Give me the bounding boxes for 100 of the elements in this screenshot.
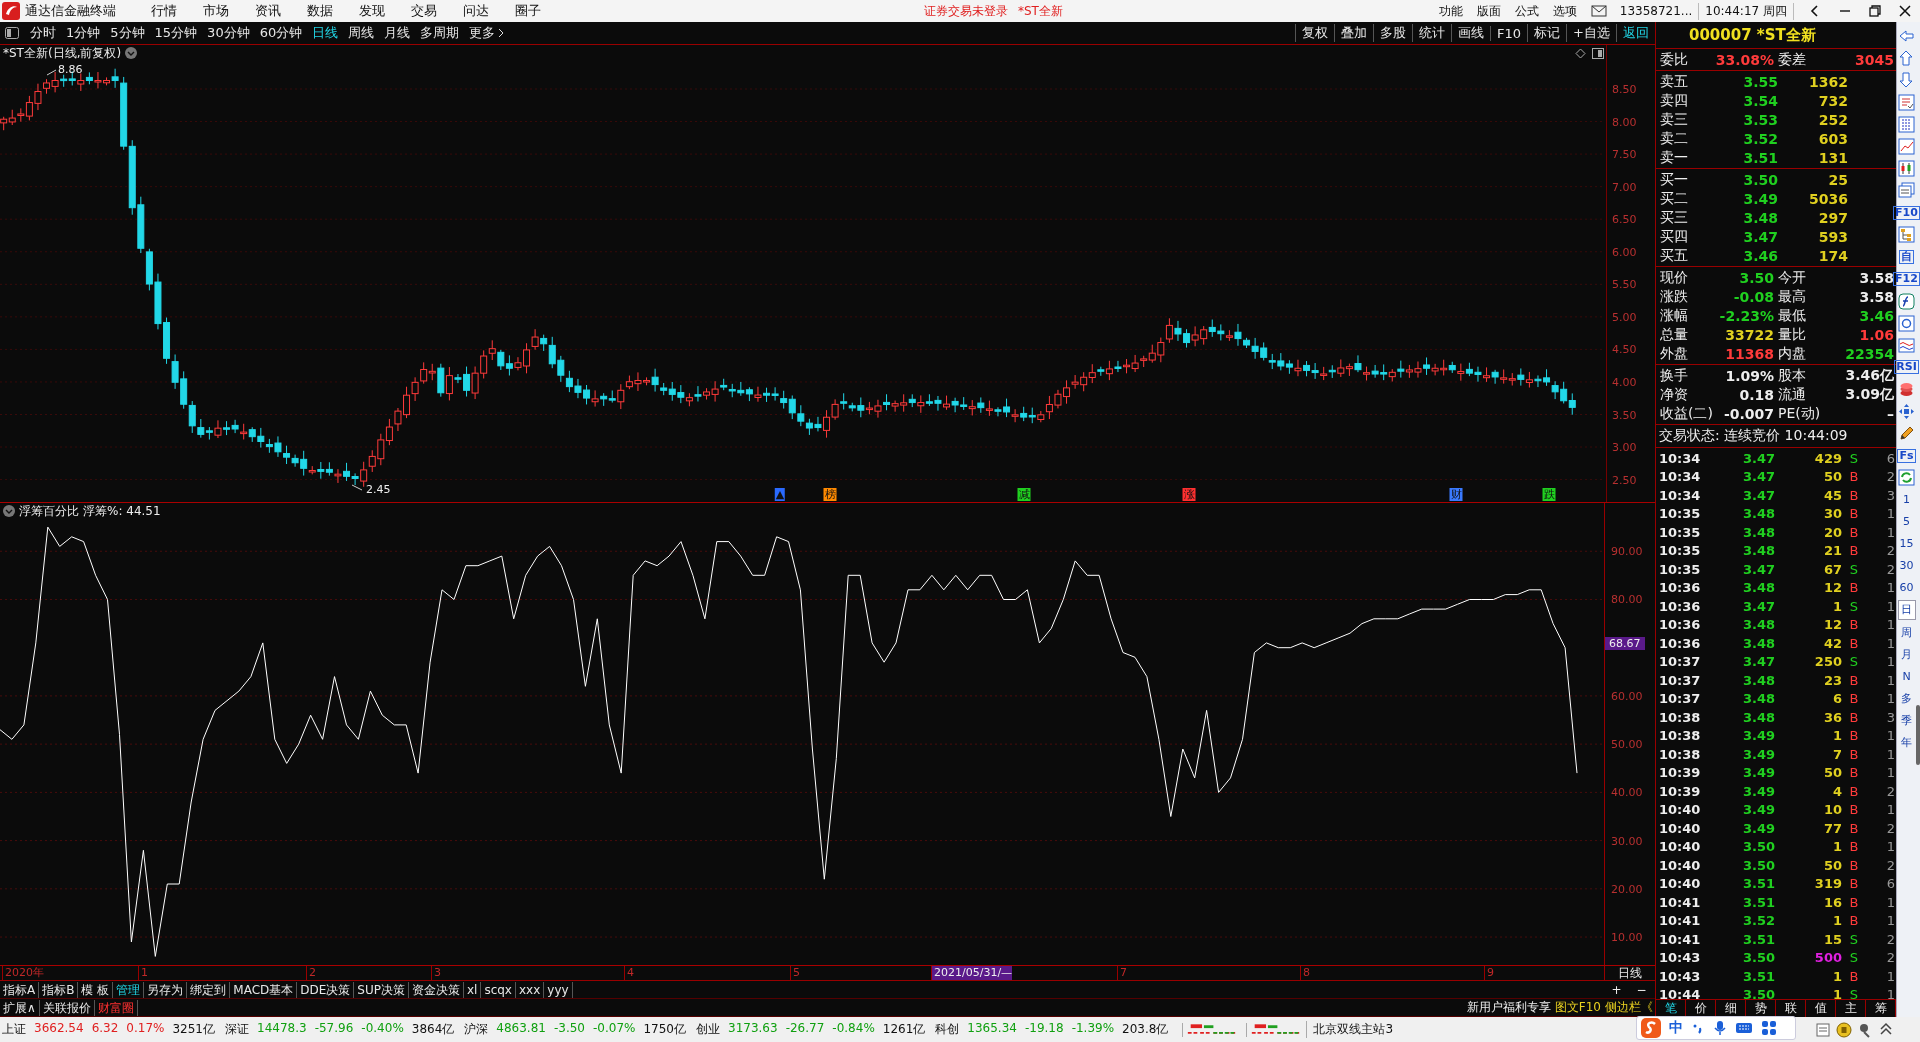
toolbar-button[interactable]: F10 (1490, 25, 1528, 41)
restore-icon[interactable] (1866, 4, 1884, 18)
dropdown-icon[interactable] (125, 47, 138, 59)
coin-stack-icon[interactable] (1898, 381, 1915, 399)
menu-item[interactable]: 公式 (1507, 2, 1546, 20)
account-id[interactable]: 13358721... (1619, 4, 1693, 18)
sidebar-period[interactable]: 5 (1897, 513, 1916, 532)
indicator-tab[interactable]: xl (463, 981, 482, 998)
sidebar-period[interactable]: 60 (1897, 579, 1916, 598)
event-marker[interactable]: 跌 (1542, 488, 1556, 501)
sidebar-period[interactable]: 年 (1897, 734, 1916, 753)
indicator-tab[interactable]: 绑定到 (187, 981, 231, 998)
sidebar-button[interactable]: 自 (1899, 250, 1914, 264)
toolbar-button[interactable]: 画线 (1451, 24, 1491, 42)
period-tab[interactable]: 30分钟 (202, 24, 255, 42)
toolbar-button[interactable]: +自选 (1566, 24, 1616, 42)
period-tab[interactable]: 日线 (307, 24, 344, 42)
arrow-left-icon[interactable] (1898, 27, 1915, 45)
indicator-tab[interactable]: 资金决策 (408, 981, 464, 998)
sidebar-period[interactable]: 15 (1897, 535, 1916, 554)
sidebar-period[interactable]: 日 (1897, 600, 1916, 621)
indicator-tab[interactable]: 管理 (113, 981, 145, 998)
period-tab[interactable]: 月线 (379, 24, 416, 42)
arrow-down-icon[interactable] (1898, 71, 1915, 89)
menu-item[interactable]: 选项 (1545, 2, 1584, 20)
mail-icon[interactable] (1589, 4, 1608, 18)
sidebar-period[interactable]: 周 (1897, 623, 1916, 642)
period-tab[interactable]: 5分钟 (105, 24, 150, 42)
toolbar-button[interactable]: 标记 (1527, 24, 1567, 42)
chevron-right-icon[interactable] (497, 28, 506, 38)
sidebar-period[interactable]: 多 (1897, 689, 1916, 708)
keyboard-icon[interactable] (1735, 1021, 1753, 1035)
arrow-up-icon[interactable] (1898, 49, 1915, 67)
period-tab[interactable]: 60分钟 (254, 24, 308, 42)
indicator-tab[interactable]: yyy (544, 981, 573, 998)
diamond-icon[interactable] (1575, 48, 1586, 59)
pencil-icon[interactable] (1898, 425, 1915, 443)
line-chart-icon[interactable] (1898, 138, 1915, 155)
sidebar-button[interactable]: F12 (1893, 272, 1920, 287)
toolbar-button[interactable]: 叠加 (1334, 24, 1374, 42)
sidebar-period[interactable]: 30 (1897, 557, 1916, 576)
period-tab[interactable]: 分时 (25, 24, 61, 42)
panel-tab[interactable]: 关联报价 (39, 999, 95, 1016)
indicator-tab[interactable]: xxx (516, 981, 545, 998)
indicator-tab[interactable]: scqx (481, 981, 516, 998)
promo-link[interactable]: 侧边栏《 (1603, 999, 1655, 1016)
panel-icon[interactable] (1592, 48, 1604, 59)
menu-item[interactable]: 数据 (294, 2, 346, 20)
candlestick-icon[interactable] (1898, 160, 1915, 178)
server-status[interactable]: 北京双线主站3 (1306, 1021, 1394, 1038)
sidebar-period[interactable]: N (1897, 667, 1916, 686)
menu-item[interactable]: 市场 (190, 2, 242, 20)
sidebar-period[interactable]: 1 (1897, 491, 1916, 509)
indicator-tab[interactable]: 模 板 (78, 981, 114, 998)
stacked-pages-icon[interactable] (1898, 182, 1915, 200)
microphone-icon[interactable] (1713, 1020, 1727, 1036)
checklist-icon[interactable] (1898, 93, 1915, 111)
menu-item[interactable]: 问达 (450, 2, 502, 20)
panel-tab[interactable]: 扩展∧ (0, 999, 40, 1016)
menu-item[interactable]: 交易 (398, 2, 450, 20)
sidebar-button[interactable]: F10 (1893, 205, 1920, 220)
sidebar-period[interactable]: 季 (1897, 711, 1916, 730)
menu-item[interactable]: 功能 (1431, 2, 1470, 20)
indicator-tab[interactable]: 指标B (39, 981, 79, 998)
logo-icon[interactable] (1641, 1018, 1661, 1038)
curve-icon[interactable] (1898, 292, 1915, 310)
sidebar-button[interactable]: Fs (1897, 448, 1916, 463)
promo-link[interactable]: 新用户福利专享 (1464, 999, 1553, 1016)
indicator-tab[interactable]: DDE决策 (297, 981, 355, 998)
event-marker[interactable]: 减 (1017, 488, 1031, 501)
coin-icon[interactable] (1836, 1022, 1852, 1038)
period-tab[interactable]: 周线 (343, 24, 380, 42)
dropdown-icon[interactable] (3, 505, 15, 517)
toolbar-button[interactable]: 复权 (1295, 24, 1335, 42)
wave-chart-icon[interactable] (1898, 336, 1915, 354)
menu-item[interactable]: 资讯 (242, 2, 294, 20)
hierarchy-icon[interactable] (1898, 226, 1915, 244)
panel-toggle-icon[interactable] (5, 27, 19, 39)
event-marker[interactable]: 财 (1449, 488, 1463, 501)
close-icon[interactable] (1896, 4, 1914, 18)
menu-item[interactable]: 版面 (1469, 2, 1508, 20)
scrollbar[interactable] (1916, 705, 1920, 765)
menu-item[interactable]: 发现 (346, 2, 398, 20)
menu-item[interactable]: 行情 (138, 2, 190, 20)
menu-item[interactable]: 圈子 (502, 2, 554, 20)
login-notice[interactable]: 证券交易未登录 (924, 2, 1008, 20)
period-tab[interactable]: 多周期 (415, 24, 465, 42)
event-marker[interactable]: 涨 (1182, 488, 1196, 501)
move-icon[interactable] (1898, 403, 1915, 421)
table-icon[interactable] (1898, 115, 1915, 133)
sidebar-period[interactable]: 月 (1897, 645, 1916, 664)
promo-link[interactable]: 图文F10 (1552, 999, 1603, 1016)
indicator-tab[interactable]: 另存为 (144, 981, 188, 998)
zoom-button[interactable]: + (1604, 982, 1629, 997)
grid-icon[interactable] (1761, 1020, 1777, 1036)
zoom-button[interactable]: − (1629, 982, 1654, 997)
more-button[interactable]: 更多 (464, 24, 498, 42)
sidebar-button[interactable]: RSI (1894, 360, 1919, 375)
panel-tab[interactable]: 财富圈 (94, 999, 138, 1016)
event-marker[interactable]: ▲ (774, 488, 786, 501)
